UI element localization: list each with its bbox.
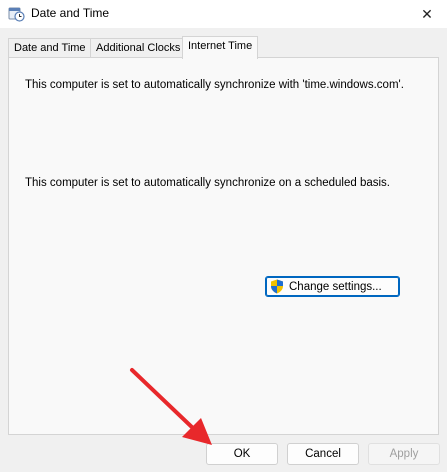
change-settings-button[interactable]: Change settings... [265, 276, 400, 297]
title-bar: Date and Time ✕ [0, 0, 447, 28]
date-time-dialog: Date and Time ✕ Date and Time Additional… [0, 0, 447, 472]
ok-button[interactable]: OK [206, 443, 278, 465]
internet-time-panel: This computer is set to automatically sy… [8, 57, 439, 435]
uac-shield-icon [271, 279, 283, 294]
tab-internet-time[interactable]: Internet Time [182, 36, 259, 59]
tab-date-and-time[interactable]: Date and Time [8, 38, 92, 58]
date-time-icon [8, 7, 25, 22]
tab-additional-clocks[interactable]: Additional Clocks [90, 38, 187, 58]
close-icon: ✕ [421, 5, 433, 22]
window-title: Date and Time [31, 6, 110, 20]
cancel-button[interactable]: Cancel [287, 443, 359, 465]
change-settings-label: Change settings... [289, 280, 382, 293]
tab-strip: Date and Time Additional Clocks Internet… [8, 36, 439, 59]
sync-server-message: This computer is set to automatically sy… [25, 79, 404, 91]
close-button[interactable]: ✕ [407, 0, 447, 28]
apply-button[interactable]: Apply [368, 443, 440, 465]
schedule-message: This computer is set to automatically sy… [25, 177, 390, 189]
